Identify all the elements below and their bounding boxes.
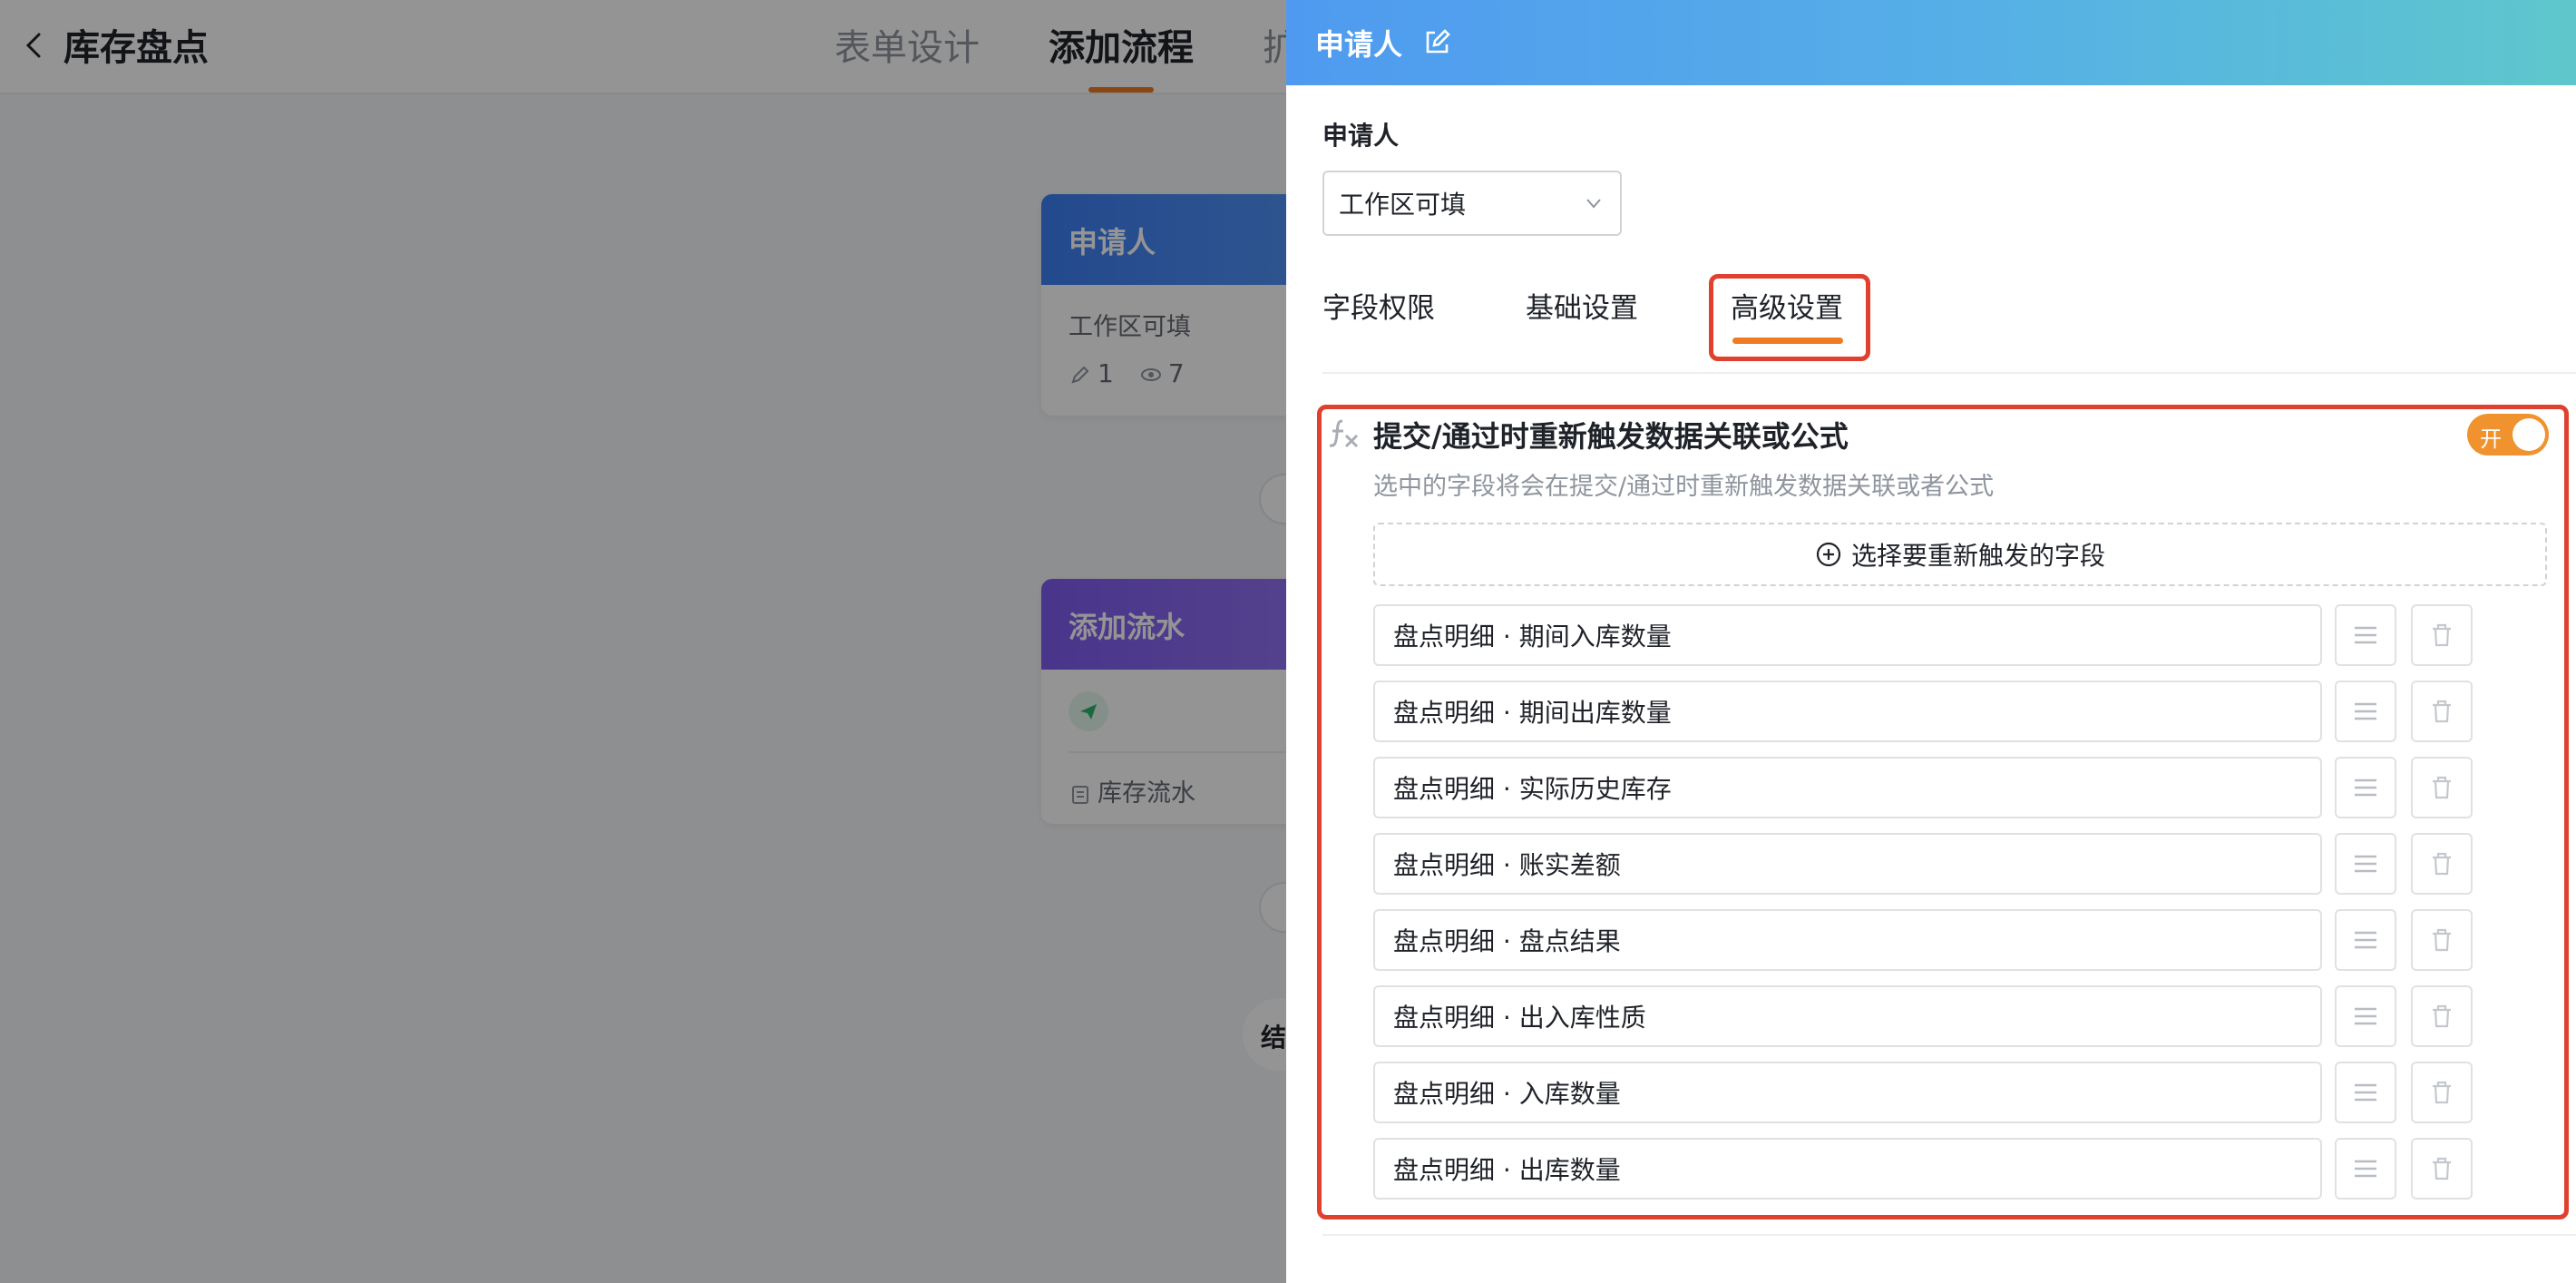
trash-icon bbox=[2433, 1081, 2451, 1104]
drag-handle-button[interactable] bbox=[2335, 1138, 2396, 1200]
field-name: 盘点明细 · 账实差额 bbox=[1373, 833, 2322, 895]
drag-handle-button[interactable] bbox=[2335, 985, 2396, 1047]
drag-handle-icon bbox=[2355, 1007, 2376, 1025]
field-row: 盘点明细 · 账实差额 bbox=[1373, 833, 2552, 895]
trash-icon bbox=[2433, 1004, 2451, 1028]
rule-description: 选中的字段将会在提交/通过时重新触发数据关联或者公式 bbox=[1373, 473, 1995, 501]
trash-icon bbox=[2433, 623, 2451, 647]
trash-icon bbox=[2433, 928, 2451, 952]
delete-button[interactable] bbox=[2411, 681, 2473, 742]
retrigger-toggle[interactable]: 开 bbox=[2467, 414, 2549, 455]
node-settings-drawer: 申请人 申请人 工作区可填 字段权限 基础设置 高级设置 提交/通过时重新触发数… bbox=[1286, 0, 2576, 1283]
delete-button[interactable] bbox=[2411, 985, 2473, 1047]
field-row: 盘点明细 · 入库数量 bbox=[1373, 1062, 2552, 1123]
drag-handle-button[interactable] bbox=[2335, 1062, 2396, 1123]
tab-field-permission[interactable]: 字段权限 bbox=[1322, 285, 1435, 326]
field-row: 盘点明细 · 期间入库数量 bbox=[1373, 604, 2552, 666]
drag-handle-icon bbox=[2355, 779, 2376, 797]
drag-handle-icon bbox=[2355, 931, 2376, 949]
drag-handle-button[interactable] bbox=[2335, 604, 2396, 666]
field-row: 盘点明细 · 实际历史库存 bbox=[1373, 757, 2552, 818]
drag-handle-icon bbox=[2355, 855, 2376, 873]
delete-button[interactable] bbox=[2411, 604, 2473, 666]
drag-handle-button[interactable] bbox=[2335, 833, 2396, 895]
chevron-down-icon bbox=[1586, 199, 1601, 209]
permission-select[interactable]: 工作区可填 bbox=[1322, 171, 1622, 236]
field-name: 盘点明细 · 期间入库数量 bbox=[1373, 604, 2322, 666]
trash-icon bbox=[2433, 776, 2451, 799]
field-name: 盘点明细 · 出入库性质 bbox=[1373, 985, 2322, 1047]
trash-icon bbox=[2433, 852, 2451, 876]
delete-button[interactable] bbox=[2411, 1062, 2473, 1123]
field-name: 盘点明细 · 实际历史库存 bbox=[1373, 757, 2322, 818]
drag-handle-button[interactable] bbox=[2335, 757, 2396, 818]
trash-icon bbox=[2433, 700, 2451, 723]
plus-circle-icon bbox=[1816, 542, 1841, 567]
field-name: 盘点明细 · 盘点结果 bbox=[1373, 909, 2322, 971]
drag-handle-icon bbox=[2355, 1160, 2376, 1178]
add-field-label: 选择要重新触发的字段 bbox=[1850, 541, 2105, 571]
field-name: 盘点明细 · 入库数量 bbox=[1373, 1062, 2322, 1123]
trash-icon bbox=[2433, 1157, 2451, 1180]
delete-button[interactable] bbox=[2411, 833, 2473, 895]
drag-handle-icon bbox=[2355, 1083, 2376, 1102]
formula-icon bbox=[1329, 419, 1359, 448]
tab-basic-settings[interactable]: 基础设置 bbox=[1526, 285, 1638, 326]
drag-handle-button[interactable] bbox=[2335, 909, 2396, 971]
field-row: 盘点明细 · 出入库性质 bbox=[1373, 985, 2552, 1047]
highlight-box-tab bbox=[1709, 274, 1870, 361]
field-row: 盘点明细 · 期间出库数量 bbox=[1373, 681, 2552, 742]
section-label: 申请人 bbox=[1322, 121, 1400, 151]
delete-button[interactable] bbox=[2411, 1138, 2473, 1200]
rule-title: 提交/通过时重新触发数据关联或公式 bbox=[1373, 419, 1849, 454]
drawer-title: 申请人 bbox=[1315, 27, 1403, 62]
toggle-label: 开 bbox=[2480, 426, 2502, 452]
modal-overlay[interactable] bbox=[0, 0, 1286, 1283]
drawer-header: 申请人 bbox=[1286, 0, 2576, 85]
permission-select-value: 工作区可填 bbox=[1339, 190, 1467, 220]
add-retrigger-field-button[interactable]: 选择要重新触发的字段 bbox=[1373, 523, 2547, 586]
delete-button[interactable] bbox=[2411, 757, 2473, 818]
drag-handle-icon bbox=[2355, 626, 2376, 644]
field-row: 盘点明细 · 出库数量 bbox=[1373, 1138, 2552, 1200]
drag-handle-icon bbox=[2355, 702, 2376, 720]
field-row: 盘点明细 · 盘点结果 bbox=[1373, 909, 2552, 971]
edit-icon[interactable] bbox=[1422, 28, 1451, 57]
toggle-knob bbox=[2513, 418, 2545, 451]
delete-button[interactable] bbox=[2411, 909, 2473, 971]
field-name: 盘点明细 · 期间出库数量 bbox=[1373, 681, 2322, 742]
field-name: 盘点明细 · 出库数量 bbox=[1373, 1138, 2322, 1200]
drag-handle-button[interactable] bbox=[2335, 681, 2396, 742]
